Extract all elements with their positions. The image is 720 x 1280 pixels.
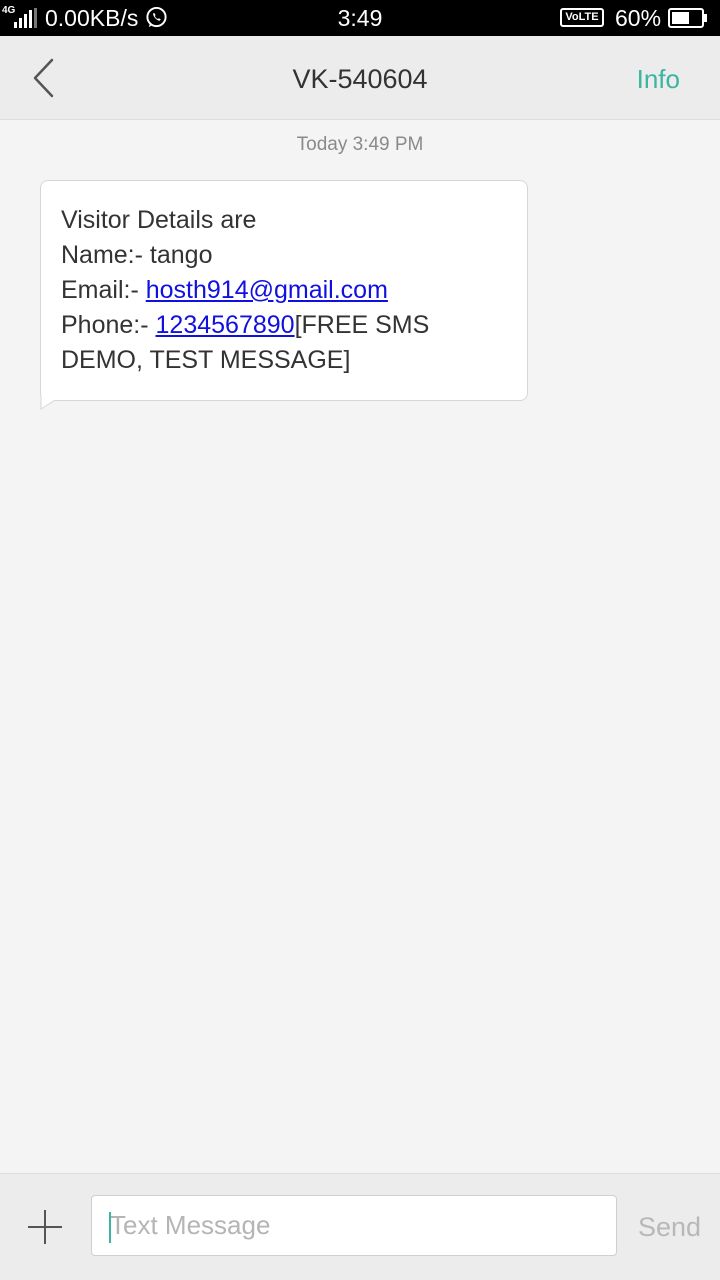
conversation-header: VK-540604 Info [0,36,720,120]
message-input[interactable] [91,1195,617,1256]
message-bubble[interactable]: Visitor Details are Name:- tango Email:-… [40,180,528,401]
volte-badge: VoLTE [560,8,604,27]
plus-icon[interactable] [26,1208,64,1246]
phone-prefix: Phone:- [61,311,156,339]
status-bar: 4G 0.00KB/s 3:49 VoLTE 60% [0,0,720,36]
email-prefix: Email:- [61,276,146,304]
conversation-title: VK-540604 [292,64,428,94]
message-line-email: Email:- hosth914@gmail.com [61,273,507,308]
info-button[interactable]: Info [637,64,680,95]
bubble-tail [40,396,56,410]
message-line-1: Visitor Details are [61,206,257,234]
email-link[interactable]: hosth914@gmail.com [146,276,388,304]
battery-percent: 60% [615,5,662,31]
message-line-phone: Phone:- 1234567890[FREE SMS DEMO, TEST M… [61,308,507,378]
send-button[interactable]: Send [638,1212,701,1243]
status-clock: 3:49 [337,5,383,31]
message-line-name: Name:- tango [61,238,507,273]
composer-bar: Send [0,1173,720,1280]
battery-icon [668,8,707,28]
visitor-name: tango [149,241,213,269]
message-timestamp: Today 3:49 PM [296,134,424,155]
text-caret [109,1212,111,1243]
messaging-screen: 4G 0.00KB/s 3:49 VoLTE 60% VK-540604 Inf… [0,0,720,1280]
name-prefix: Name:- [61,241,150,269]
phone-link[interactable]: 1234567890 [156,311,295,339]
